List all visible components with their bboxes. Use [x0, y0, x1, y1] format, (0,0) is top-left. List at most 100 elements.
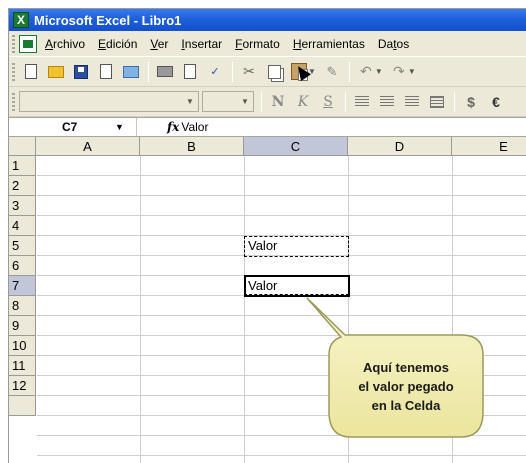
- title-bar[interactable]: X Microsoft Excel - Libro1: [9, 9, 526, 31]
- toolbar-separator: [148, 61, 149, 82]
- italic-button[interactable]: K: [291, 91, 315, 113]
- row-header-5[interactable]: 5: [9, 236, 36, 256]
- print-preview-icon: [184, 64, 196, 79]
- email-icon: [123, 65, 139, 78]
- currency-button[interactable]: $: [459, 91, 483, 113]
- fx-icon[interactable]: fx: [167, 120, 179, 134]
- chevron-down-icon[interactable]: ▼: [115, 122, 124, 132]
- formula-bar: C7 ▼ fx Valor: [9, 117, 526, 137]
- standard-toolbar: ✓ ✂ ▼ ✎ ↶ ▼ ↷ ▼: [9, 57, 526, 87]
- row-header-8[interactable]: 8: [9, 296, 36, 316]
- menu-archivo[interactable]: Archivo: [45, 37, 85, 51]
- align-right-icon: [405, 95, 419, 108]
- print-icon: [157, 66, 173, 77]
- paste-button[interactable]: [287, 61, 311, 83]
- new-button[interactable]: [19, 61, 43, 83]
- column-header-b[interactable]: B: [140, 137, 244, 156]
- column-header-a[interactable]: A: [36, 137, 140, 156]
- excel-icon[interactable]: X: [13, 12, 29, 28]
- spelling-button[interactable]: ✓: [203, 61, 227, 83]
- callout-line-3: en la Celda: [371, 397, 441, 413]
- menu-ver[interactable]: Ver: [150, 37, 168, 51]
- menu-edicion[interactable]: Edición: [98, 37, 137, 51]
- align-right-button[interactable]: [400, 91, 424, 113]
- row-header-13[interactable]: [9, 396, 36, 416]
- open-button[interactable]: [44, 61, 68, 83]
- row-header-1[interactable]: 1: [9, 156, 36, 176]
- select-all-corner[interactable]: [9, 137, 36, 156]
- workbook-icon[interactable]: [19, 34, 37, 53]
- font-size-combo[interactable]: ▼: [202, 91, 254, 112]
- menu-herramientas[interactable]: Herramientas: [293, 37, 365, 51]
- row-header-6[interactable]: 6: [9, 256, 36, 276]
- row-header-9[interactable]: 9: [9, 316, 36, 336]
- menu-grip[interactable]: [12, 34, 15, 53]
- formatting-toolbar: ▼ ▼ N K S $ €: [9, 87, 526, 117]
- align-center-icon: [380, 95, 394, 108]
- email-button[interactable]: [119, 61, 143, 83]
- copy-marquee-border: [244, 236, 349, 257]
- toolbar-grip[interactable]: [12, 62, 15, 81]
- spelling-icon: ✓: [210, 66, 220, 78]
- undo-button[interactable]: ↶: [354, 61, 378, 83]
- brush-icon: ✎: [326, 63, 338, 79]
- merge-center-button[interactable]: [425, 91, 449, 113]
- permission-button[interactable]: [94, 61, 118, 83]
- menu-bar: Archivo Edición Ver Insertar Formato Her…: [9, 31, 526, 57]
- underline-button[interactable]: S: [316, 91, 340, 113]
- toolbar-separator: [261, 91, 262, 112]
- toolbar-separator: [454, 91, 455, 112]
- callout-line-1: Aquí tenemos: [363, 359, 449, 375]
- save-icon: [74, 64, 88, 79]
- excel-window: X Microsoft Excel - Libro1 Archivo Edici…: [8, 8, 526, 463]
- format-painter-button[interactable]: ✎: [320, 61, 344, 83]
- align-left-icon: [355, 95, 369, 108]
- menu-formato[interactable]: Formato: [235, 37, 280, 51]
- chevron-down-icon[interactable]: ▼: [237, 92, 253, 111]
- print-preview-button[interactable]: [178, 61, 202, 83]
- row-header-2[interactable]: 2: [9, 176, 36, 196]
- callout-line-2: el valor pegado: [358, 378, 454, 394]
- redo-icon: ↷: [392, 63, 405, 79]
- name-box-value[interactable]: C7: [62, 120, 77, 134]
- copy-button[interactable]: [262, 61, 286, 83]
- copy-icon: [267, 64, 281, 79]
- merge-center-icon: [430, 95, 444, 108]
- print-button[interactable]: [153, 61, 177, 83]
- formula-input[interactable]: Valor: [181, 120, 208, 134]
- row-header-10[interactable]: 10: [9, 336, 36, 356]
- name-box[interactable]: C7 ▼: [9, 118, 137, 136]
- callout-bubble: Aquí tenemos el valor pegado en la Celda: [303, 297, 493, 447]
- row-header-12[interactable]: 12: [9, 376, 36, 396]
- font-name-combo[interactable]: ▼: [19, 91, 199, 112]
- toolbar-separator: [232, 61, 233, 82]
- window-title: Microsoft Excel - Libro1: [34, 12, 182, 28]
- cell-c7[interactable]: Valor: [248, 278, 277, 293]
- row-header-11[interactable]: 11: [9, 356, 36, 376]
- row-header-3[interactable]: 3: [9, 196, 36, 216]
- chevron-down-icon[interactable]: ▼: [182, 92, 198, 111]
- euro-button[interactable]: €: [484, 91, 508, 113]
- callout-text: Aquí tenemos el valor pegado en la Celda: [329, 335, 483, 437]
- cut-button[interactable]: ✂: [237, 61, 261, 83]
- row-header-7[interactable]: 7: [9, 276, 36, 296]
- scissors-icon: ✂: [243, 63, 255, 79]
- row-header-4[interactable]: 4: [9, 216, 36, 236]
- menu-datos[interactable]: Datos: [378, 37, 409, 51]
- toolbar-grip[interactable]: [12, 92, 15, 111]
- new-document-icon: [25, 64, 37, 79]
- redo-button[interactable]: ↷: [387, 61, 411, 83]
- worksheet-grid: A B C D E 1 2 3 4 5 6 7 8 9 10 11 12 Val…: [9, 137, 526, 463]
- toolbar-separator: [345, 91, 346, 112]
- undo-icon: ↶: [360, 63, 372, 79]
- column-header-e[interactable]: E: [452, 137, 526, 156]
- column-header-c[interactable]: C: [244, 137, 348, 156]
- folder-open-icon: [48, 65, 64, 78]
- save-button[interactable]: [69, 61, 93, 83]
- menu-insertar[interactable]: Insertar: [181, 37, 222, 51]
- toolbar-separator: [348, 61, 350, 82]
- align-left-button[interactable]: [350, 91, 374, 113]
- bold-button[interactable]: N: [266, 91, 290, 113]
- column-header-d[interactable]: D: [348, 137, 452, 156]
- align-center-button[interactable]: [375, 91, 399, 113]
